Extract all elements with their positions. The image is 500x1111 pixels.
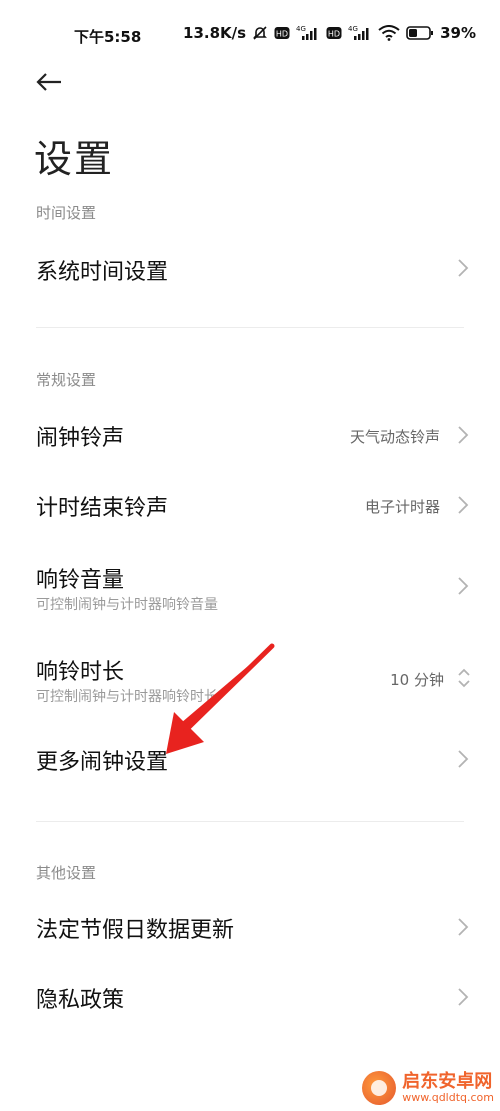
svg-text:HD: HD [276, 30, 288, 39]
settings-row-timer-end-ringtone[interactable]: 计时结束铃声 电子计时器 [0, 474, 500, 538]
4g-signal-icon: 4G [296, 25, 320, 41]
chevron-right-icon [458, 496, 469, 514]
row-subtitle: 可控制闹钟与计时器响铃音量 [36, 597, 218, 613]
wifi-icon [378, 25, 400, 41]
settings-row-holiday-data-update[interactable]: 法定节假日数据更新 [0, 896, 500, 960]
watermark-name: 启东安卓网 [402, 1071, 493, 1093]
status-right-group: 13.8K/s HD 4G HD 4G 39% [183, 24, 476, 42]
battery-icon [406, 25, 434, 41]
chevron-right-icon [458, 988, 469, 1006]
battery-percent: 39% [440, 24, 476, 42]
status-bar: 下午5:58 13.8K/s HD 4G HD 4G 39% [0, 0, 500, 70]
section-header-general: 常规设置 [36, 371, 97, 389]
watermark: 启东安卓网 www.qdldtq.com [362, 1071, 494, 1105]
row-title: 隐私政策 [36, 988, 125, 1013]
chevron-right-icon [458, 577, 469, 595]
svg-text:HD: HD [328, 30, 340, 39]
settings-row-ring-volume[interactable]: 响铃音量 可控制闹钟与计时器响铃音量 [0, 552, 500, 622]
chevron-right-icon [458, 426, 469, 444]
chevron-right-icon [458, 918, 469, 936]
settings-row-system-time[interactable]: 系统时间设置 [0, 236, 500, 300]
divider [36, 821, 464, 822]
row-value: 电子计时器 [364, 498, 440, 516]
svg-text:4G: 4G [348, 25, 358, 33]
chevron-right-icon [458, 259, 469, 277]
row-title: 响铃音量 [36, 568, 125, 593]
section-header-other: 其他设置 [36, 864, 97, 882]
chevron-right-icon [458, 750, 469, 768]
divider [36, 327, 464, 328]
4g-signal-icon: 4G [348, 25, 372, 41]
settings-row-alarm-ringtone[interactable]: 闹钟铃声 天气动态铃声 [0, 404, 500, 468]
settings-row-more-alarm-settings[interactable]: 更多闹钟设置 [0, 728, 500, 792]
row-title: 计时结束铃声 [36, 496, 169, 521]
row-subtitle: 可控制闹钟与计时器响铃时长 [36, 689, 218, 705]
settings-row-ring-duration[interactable]: 响铃时长 可控制闹钟与计时器响铃时长 10 分钟 [0, 644, 500, 714]
back-arrow-icon [36, 73, 61, 91]
network-speed: 13.8K/s [183, 24, 247, 42]
settings-row-privacy-policy[interactable]: 隐私政策 [0, 966, 500, 1030]
status-time: 下午5:58 [74, 28, 142, 46]
row-title: 响铃时长 [36, 660, 125, 685]
row-value: 天气动态铃声 [349, 428, 440, 446]
watermark-logo-icon [362, 1071, 397, 1105]
row-title: 闹钟铃声 [36, 426, 125, 451]
back-button[interactable] [34, 66, 66, 98]
section-header-time: 时间设置 [36, 204, 97, 222]
hd-icon: HD [274, 26, 290, 40]
mute-icon [252, 25, 268, 41]
page-title: 设置 [34, 137, 115, 181]
row-value: 10 分钟 [390, 671, 444, 689]
svg-text:4G: 4G [296, 25, 306, 33]
row-title: 系统时间设置 [36, 260, 169, 285]
hd-icon: HD [326, 26, 342, 40]
chevron-up-down-icon [458, 668, 470, 688]
watermark-url: www.qdldtq.com [402, 1090, 494, 1104]
row-title: 法定节假日数据更新 [36, 918, 235, 943]
row-title: 更多闹钟设置 [36, 750, 169, 775]
